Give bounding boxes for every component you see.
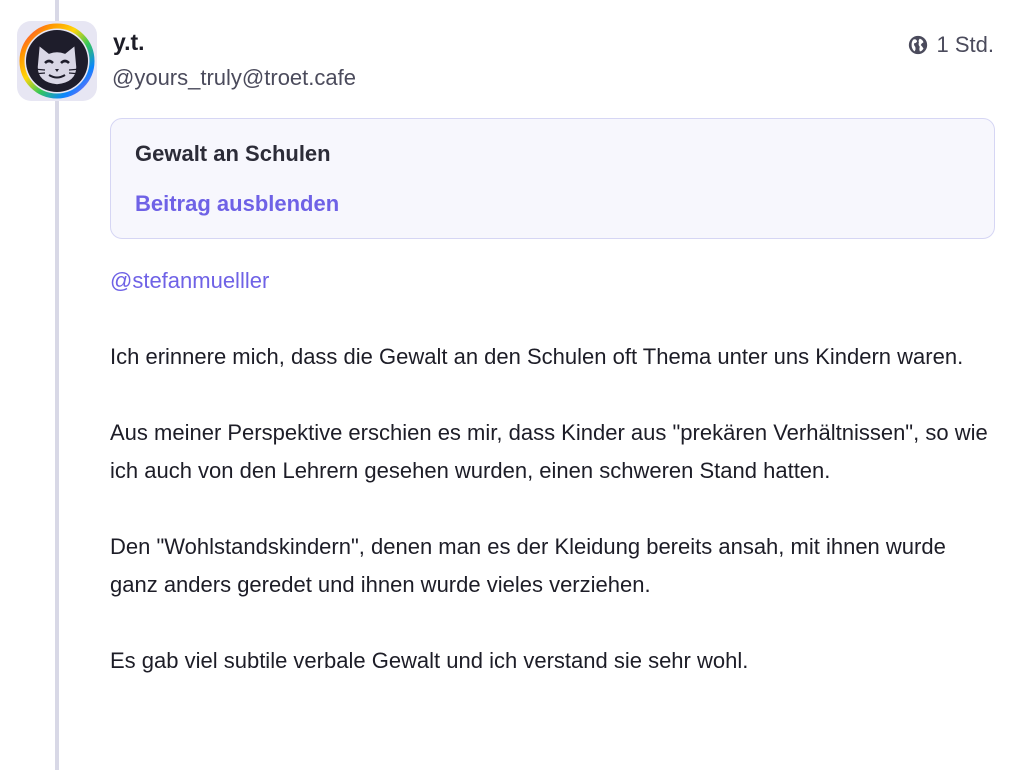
post-body: @stefanmuelller Ich erinnere mich, dass …: [110, 262, 990, 680]
author-handle[interactable]: @yours_truly@troet.cafe: [112, 65, 356, 91]
post-paragraph: Ich erinnere mich, dass die Gewalt an de…: [110, 344, 964, 369]
cat-avatar-image: [19, 23, 95, 99]
author-display-name[interactable]: y.t.: [113, 29, 145, 56]
post-paragraph: Aus meiner Perspektive erschien es mir, …: [110, 420, 988, 483]
post-timestamp[interactable]: 1 Std.: [907, 32, 994, 58]
mention-link[interactable]: @stefanmuelller: [110, 262, 990, 300]
thread-line: [55, 0, 59, 770]
hide-post-button[interactable]: Beitrag ausblenden: [135, 191, 339, 217]
post-paragraph: Den "Wohlstandskindern", denen man es de…: [110, 534, 946, 597]
content-warning-title: Gewalt an Schulen: [135, 141, 331, 166]
post-paragraph: Es gab viel subtile verbale Gewalt und i…: [110, 648, 749, 673]
content-warning-box: Gewalt an Schulen Beitrag ausblenden: [110, 118, 995, 239]
avatar[interactable]: [17, 21, 97, 101]
relative-time-label: 1 Std.: [936, 32, 994, 57]
globe-icon: [908, 35, 927, 55]
